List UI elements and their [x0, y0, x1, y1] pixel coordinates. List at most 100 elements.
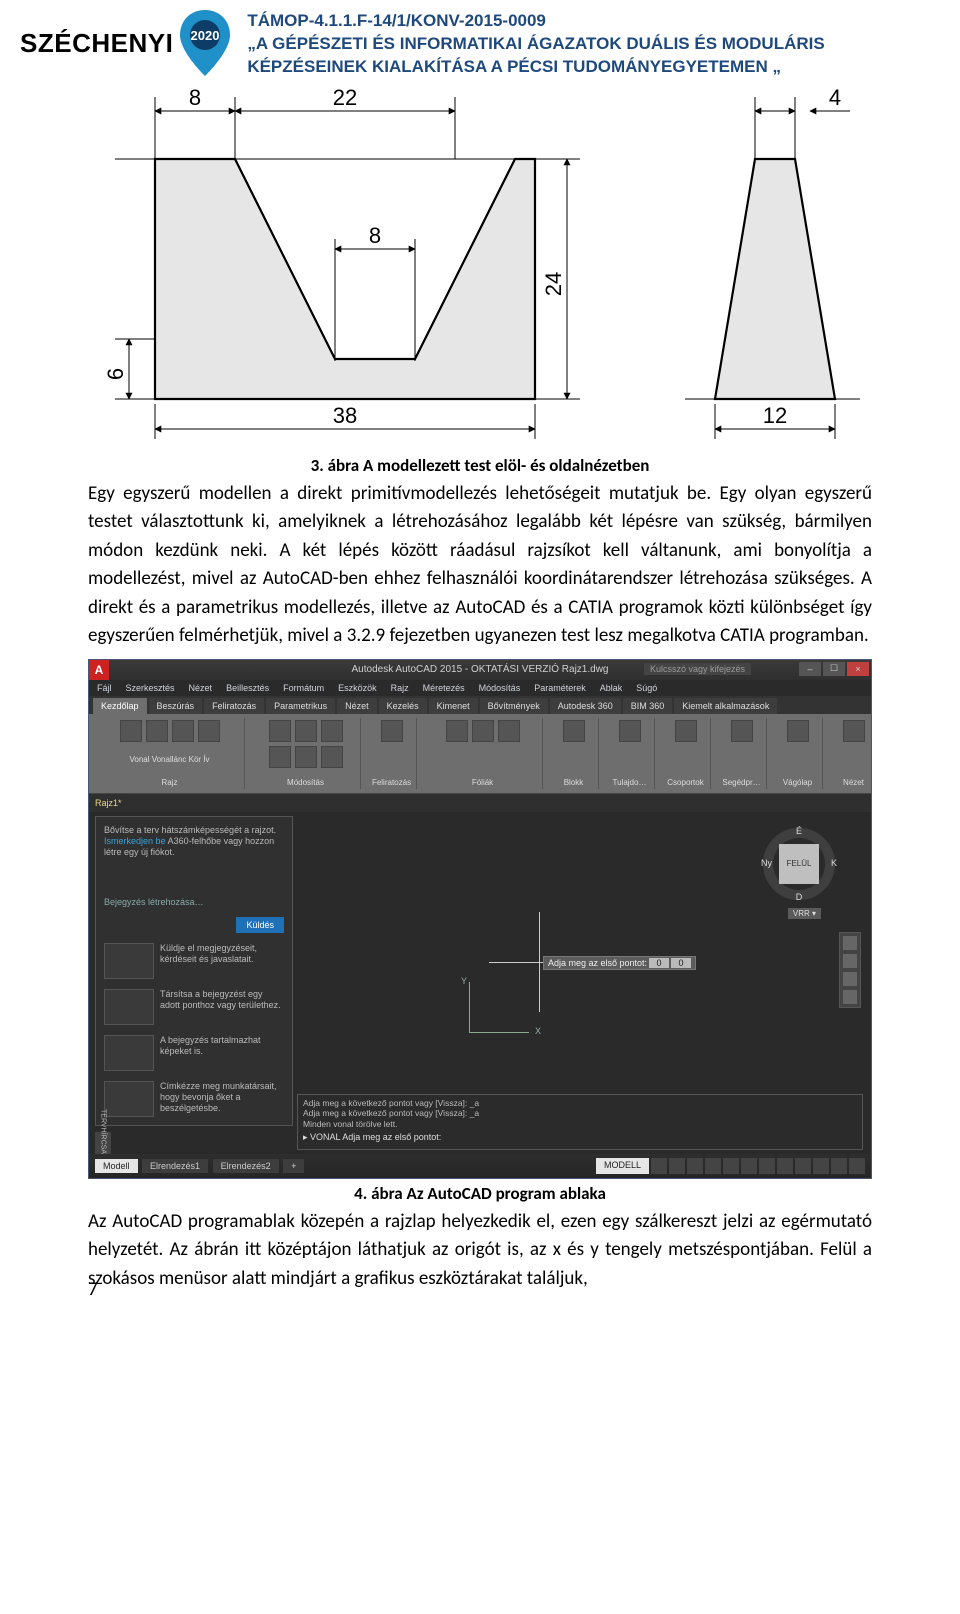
- tool-icon[interactable]: [381, 720, 403, 742]
- status-icon[interactable]: [759, 1158, 775, 1174]
- status-icon[interactable]: [741, 1158, 757, 1174]
- menu-item[interactable]: Beillesztés: [226, 683, 269, 693]
- viewcube-north[interactable]: É: [796, 826, 802, 836]
- menu-item[interactable]: Eszközök: [338, 683, 377, 693]
- model-space-toggle[interactable]: MODELL: [596, 1158, 649, 1174]
- tool-icon[interactable]: [295, 746, 317, 768]
- cmd-history-line: Adja meg a következő pontot vagy [Vissza…: [303, 1098, 857, 1109]
- tool-icon[interactable]: [172, 720, 194, 742]
- tool-icon[interactable]: [321, 720, 343, 742]
- ribbon-tab[interactable]: BIM 360: [623, 698, 673, 714]
- ribbon-tab[interactable]: Kimenet: [429, 698, 478, 714]
- status-icon[interactable]: [831, 1158, 847, 1174]
- tool-icon[interactable]: [446, 720, 468, 742]
- send-button[interactable]: Küldés: [236, 917, 284, 933]
- ribbon-tab[interactable]: Beszúrás: [149, 698, 203, 714]
- layout-tab-model[interactable]: Modell: [95, 1159, 138, 1173]
- nav-wheel-icon[interactable]: [843, 936, 857, 950]
- tool-icon[interactable]: [498, 720, 520, 742]
- ribbon-group-view: Nézet: [829, 718, 872, 789]
- app-menu-button[interactable]: A: [89, 660, 109, 680]
- tool-icon[interactable]: [321, 746, 343, 768]
- viewcube-east[interactable]: K: [831, 858, 837, 868]
- viewcube-west[interactable]: Ny: [761, 858, 772, 868]
- document-tab[interactable]: Rajz1*: [89, 794, 871, 812]
- ucs-dropdown[interactable]: VRR ▾: [788, 908, 821, 919]
- maximize-button[interactable]: ☐: [823, 662, 845, 676]
- tool-icon[interactable]: [787, 720, 809, 742]
- dyn-x[interactable]: 0: [649, 958, 669, 968]
- ribbon-tab[interactable]: Feliratozás: [204, 698, 264, 714]
- menu-item[interactable]: Nézet: [189, 683, 213, 693]
- menu-item[interactable]: Ablak: [600, 683, 623, 693]
- close-button[interactable]: ×: [847, 662, 869, 676]
- dim-12: 12: [763, 403, 787, 428]
- layout-tab-add[interactable]: +: [283, 1159, 304, 1173]
- figure-3-drawing: 8 22 8 38: [88, 89, 872, 449]
- szechenyi-logo: SZÉCHENYI 2020: [20, 10, 232, 76]
- menu-item[interactable]: Súgó: [636, 683, 657, 693]
- viewcube-south[interactable]: D: [796, 892, 803, 902]
- menu-item[interactable]: Formátum: [283, 683, 324, 693]
- layout-tab[interactable]: Elrendezés1: [142, 1159, 208, 1173]
- ribbon-tab[interactable]: Kezdőlap: [93, 698, 147, 714]
- tool-icon[interactable]: [295, 720, 317, 742]
- tool-icon[interactable]: [269, 720, 291, 742]
- menu-item[interactable]: Szerkesztés: [126, 683, 175, 693]
- status-icon[interactable]: [651, 1158, 667, 1174]
- status-icon[interactable]: [813, 1158, 829, 1174]
- tool-icon[interactable]: [198, 720, 220, 742]
- ribbon-group-name: Blokk: [564, 778, 584, 787]
- ribbon-tab[interactable]: Nézet: [337, 698, 377, 714]
- search-box[interactable]: Kulcsszó vagy kifejezés: [644, 663, 751, 675]
- ribbon-group-name: Segédpr…: [722, 778, 760, 787]
- nav-zoom-icon[interactable]: [843, 972, 857, 986]
- tool-icon[interactable]: [120, 720, 142, 742]
- tool-icon[interactable]: [619, 720, 641, 742]
- status-icon[interactable]: [777, 1158, 793, 1174]
- tool-icon[interactable]: [563, 720, 585, 742]
- layout-tab[interactable]: Elrendezés2: [213, 1159, 279, 1173]
- figure-4-autocad-screenshot: A Autodesk AutoCAD 2015 - OKTATÁSI VERZI…: [88, 659, 872, 1179]
- tip-text: Küldje el megjegyzéseit, kérdéseit és ja…: [160, 943, 284, 979]
- menu-item[interactable]: Fájl: [97, 683, 112, 693]
- drawing-canvas[interactable]: Bővítse a terv hátszámképességét a rajzo…: [89, 812, 871, 1154]
- status-icon[interactable]: [723, 1158, 739, 1174]
- tool-icon[interactable]: [843, 720, 865, 742]
- tool-icon[interactable]: [675, 720, 697, 742]
- tool-icon[interactable]: [269, 746, 291, 768]
- viewcube[interactable]: FELÜL É D K Ny: [763, 828, 835, 900]
- status-icon[interactable]: [705, 1158, 721, 1174]
- nav-pan-icon[interactable]: [843, 954, 857, 968]
- menu-item[interactable]: Paraméterek: [534, 683, 586, 693]
- design-feed-handle[interactable]: TERVHÍRCSATORNA: [95, 1132, 111, 1156]
- ribbon-tab[interactable]: Kezelés: [379, 698, 427, 714]
- menu-item[interactable]: Méretezés: [423, 683, 465, 693]
- status-icon[interactable]: [687, 1158, 703, 1174]
- signin-link[interactable]: Ismerkedjen be: [104, 836, 166, 846]
- paragraph-1: Egy egyszerű modellen a direkt primitívm…: [88, 480, 872, 651]
- command-window[interactable]: Adja meg a következő pontot vagy [Vissza…: [297, 1094, 863, 1150]
- tool-icon[interactable]: [731, 720, 753, 742]
- dynamic-input[interactable]: Adja meg az első pontot: 0 0: [543, 956, 696, 970]
- tool-icon[interactable]: [472, 720, 494, 742]
- tip-text: Társítsa a bejegyzést egy adott ponthoz …: [160, 989, 284, 1025]
- figure-4-caption: 4. ábra Az AutoCAD program ablaka: [88, 1183, 872, 1204]
- minimize-button[interactable]: –: [799, 662, 821, 676]
- status-icon[interactable]: [795, 1158, 811, 1174]
- autocad-titlebar: A Autodesk AutoCAD 2015 - OKTATÁSI VERZI…: [89, 660, 871, 680]
- viewcube-face[interactable]: FELÜL: [779, 844, 819, 884]
- dim-38: 38: [333, 403, 357, 428]
- ribbon-tab[interactable]: Parametrikus: [266, 698, 335, 714]
- create-post-link[interactable]: Bejegyzés létrehozása…: [104, 897, 284, 907]
- ribbon-tab[interactable]: Autodesk 360: [550, 698, 621, 714]
- dyn-y[interactable]: 0: [671, 958, 691, 968]
- ribbon-tab[interactable]: Bővítmények: [480, 698, 548, 714]
- menu-item[interactable]: Módosítás: [479, 683, 521, 693]
- status-icon[interactable]: [849, 1158, 865, 1174]
- ribbon-tab[interactable]: Kiemelt alkalmazások: [674, 698, 777, 714]
- menu-item[interactable]: Rajz: [391, 683, 409, 693]
- nav-orbit-icon[interactable]: [843, 990, 857, 1004]
- status-icon[interactable]: [669, 1158, 685, 1174]
- tool-icon[interactable]: [146, 720, 168, 742]
